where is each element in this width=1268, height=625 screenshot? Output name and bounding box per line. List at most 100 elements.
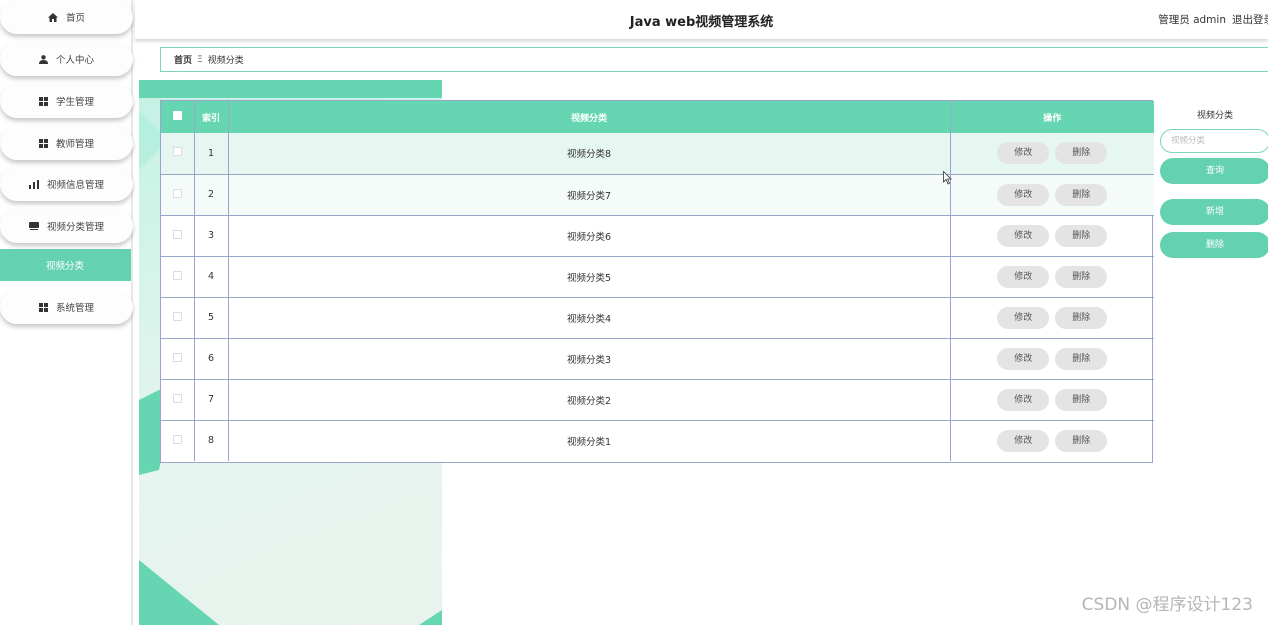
sidebar-item-label: 教师管理 — [55, 139, 94, 150]
row-checkbox[interactable] — [172, 393, 182, 403]
row-index: 4 — [194, 255, 229, 297]
logout-link[interactable]: 退出登录 — [1232, 14, 1268, 26]
sidebar-item-teachers[interactable]: 教师管理 — [0, 126, 133, 160]
row-select-cell[interactable] — [161, 337, 195, 379]
admin-label: 管理员 admin — [1158, 14, 1226, 26]
row-actions: 修改 删除 — [950, 214, 1154, 256]
row-index: 3 — [194, 214, 229, 256]
sidebar-item-label: 个人中心 — [55, 55, 94, 66]
row-actions: 修改 删除 — [950, 133, 1154, 174]
row-category: 视频分类2 — [228, 378, 951, 420]
sidebar-item-label: 视频分类管理 — [46, 222, 104, 233]
row-select-cell[interactable] — [161, 133, 195, 174]
row-select-cell[interactable] — [161, 419, 195, 461]
sidebar-item-system[interactable]: 系统管理 — [0, 290, 133, 324]
delete-button[interactable]: 删除 — [1055, 224, 1108, 247]
mouse-cursor-icon — [943, 170, 952, 188]
query-button[interactable]: 查询 — [1160, 158, 1268, 184]
delete-button[interactable]: 删除 — [1055, 347, 1108, 370]
row-checkbox[interactable] — [172, 311, 182, 321]
row-select-cell[interactable] — [161, 296, 195, 338]
category-table: 索引 视频分类 操作 1 视频分类8 修改 删除 2 视频分类7 修改 删除 3 视频分类6 修改删… — [160, 100, 1154, 463]
edit-button[interactable]: 修改 — [997, 388, 1050, 411]
row-index: 6 — [194, 337, 229, 379]
edit-button[interactable]: 修改 — [997, 265, 1050, 288]
delete-button[interactable]: 删除 — [1055, 388, 1108, 411]
user-icon — [38, 54, 48, 64]
edit-button[interactable]: 修改 — [997, 429, 1050, 452]
row-checkbox[interactable] — [172, 434, 182, 444]
row-category: 视频分类4 — [228, 296, 951, 338]
sidebar-item-home[interactable]: 首页 — [0, 0, 133, 34]
edit-button[interactable]: 修改 — [997, 347, 1050, 370]
table-row: 1 视频分类8 修改 删除 — [161, 133, 1154, 174]
row-checkbox[interactable] — [172, 147, 182, 157]
edit-button[interactable]: 修改 — [997, 183, 1050, 206]
row-index: 7 — [194, 378, 229, 420]
row-actions: 修改 删除 — [950, 255, 1154, 297]
row-actions: 修改 删除 — [950, 173, 1154, 215]
column-header-actions: 操作 — [1043, 113, 1062, 124]
search-panel: 视频分类 视频分类 查询 新增 删除 — [1159, 100, 1268, 258]
breadcrumb-home[interactable]: 首页 — [174, 53, 192, 66]
card-icon — [28, 222, 39, 230]
delete-button[interactable]: 删除 — [1055, 429, 1108, 452]
sidebar-item-profile[interactable]: 个人中心 — [0, 42, 133, 76]
sidebar-subitem-label: 视频分类 — [46, 261, 85, 272]
table-row: 4 视频分类5 修改 删除 — [161, 255, 1154, 297]
row-select-cell[interactable] — [161, 214, 195, 256]
sidebar-item-label: 系统管理 — [55, 303, 94, 314]
delete-button[interactable]: 删除 — [1055, 265, 1108, 288]
column-header-category: 视频分类 — [228, 101, 951, 133]
select-all-checkbox[interactable] — [172, 111, 182, 120]
edit-button[interactable]: 修改 — [997, 306, 1050, 329]
sidebar-item-video-info[interactable]: 视频信息管理 — [0, 167, 133, 201]
user-area: 管理员 admin 退出登录 — [1152, 12, 1268, 27]
row-actions: 修改 删除 — [950, 378, 1154, 420]
top-header: Java web视频管理系统 管理员 admin 退出登录 — [135, 0, 1268, 39]
batch-delete-button[interactable]: 删除 — [1160, 232, 1268, 258]
select-all-cell[interactable] — [161, 101, 195, 133]
sidebar-subitem-video-category[interactable]: 视频分类 — [0, 249, 131, 281]
row-checkbox[interactable] — [172, 229, 182, 239]
row-select-cell[interactable] — [161, 378, 195, 420]
grid-icon — [38, 302, 48, 312]
table-row: 8 视频分类1 修改 删除 — [161, 419, 1154, 461]
sidebar-item-video-category[interactable]: 视频分类管理 — [0, 209, 133, 243]
row-category: 视频分类8 — [228, 133, 951, 174]
row-index: 2 — [194, 173, 229, 215]
grid-icon — [38, 96, 48, 106]
row-checkbox[interactable] — [172, 188, 182, 198]
row-checkbox[interactable] — [172, 270, 182, 280]
table-row: 2 视频分类7 修改 删除 — [161, 173, 1154, 215]
search-label: 视频分类 — [1196, 111, 1233, 121]
breadcrumb-current: 视频分类 — [207, 56, 244, 66]
add-button[interactable]: 新增 — [1160, 199, 1268, 225]
delete-button[interactable]: 删除 — [1055, 142, 1108, 165]
row-index: 8 — [194, 419, 229, 461]
search-input[interactable]: 视频分类 — [1160, 129, 1268, 153]
row-category: 视频分类5 — [228, 255, 951, 297]
delete-button[interactable]: 删除 — [1055, 183, 1108, 206]
table-row: 7 视频分类2 修改 删除 — [161, 378, 1154, 420]
row-select-cell[interactable] — [161, 255, 195, 297]
edit-button[interactable]: 修改 — [997, 224, 1050, 247]
delete-button[interactable]: 删除 — [1055, 306, 1108, 329]
watermark: CSDN @程序设计123 — [1081, 595, 1253, 615]
row-category: 视频分类6 — [228, 214, 951, 256]
sidebar-item-label: 首页 — [65, 13, 85, 24]
sidebar-item-students[interactable]: 学生管理 — [0, 84, 133, 118]
row-checkbox[interactable] — [172, 352, 182, 362]
sidebar-item-label: 学生管理 — [55, 97, 94, 108]
row-index: 1 — [194, 133, 229, 174]
row-actions: 修改 删除 — [950, 296, 1154, 338]
sidebar: 首页 个人中心 学生管理 教师管理 视频信息管理 视频分类管理 视频分类 系统管… — [0, 0, 133, 625]
breadcrumb-separator: Ξ — [197, 54, 203, 65]
edit-button[interactable]: 修改 — [997, 142, 1050, 165]
row-actions: 修改 删除 — [950, 419, 1154, 461]
table-row: 3 视频分类6 修改 删除 — [161, 214, 1154, 256]
row-select-cell[interactable] — [161, 173, 195, 215]
row-category: 视频分类3 — [228, 337, 951, 379]
grid-icon — [38, 138, 48, 148]
row-category: 视频分类1 — [228, 419, 951, 461]
